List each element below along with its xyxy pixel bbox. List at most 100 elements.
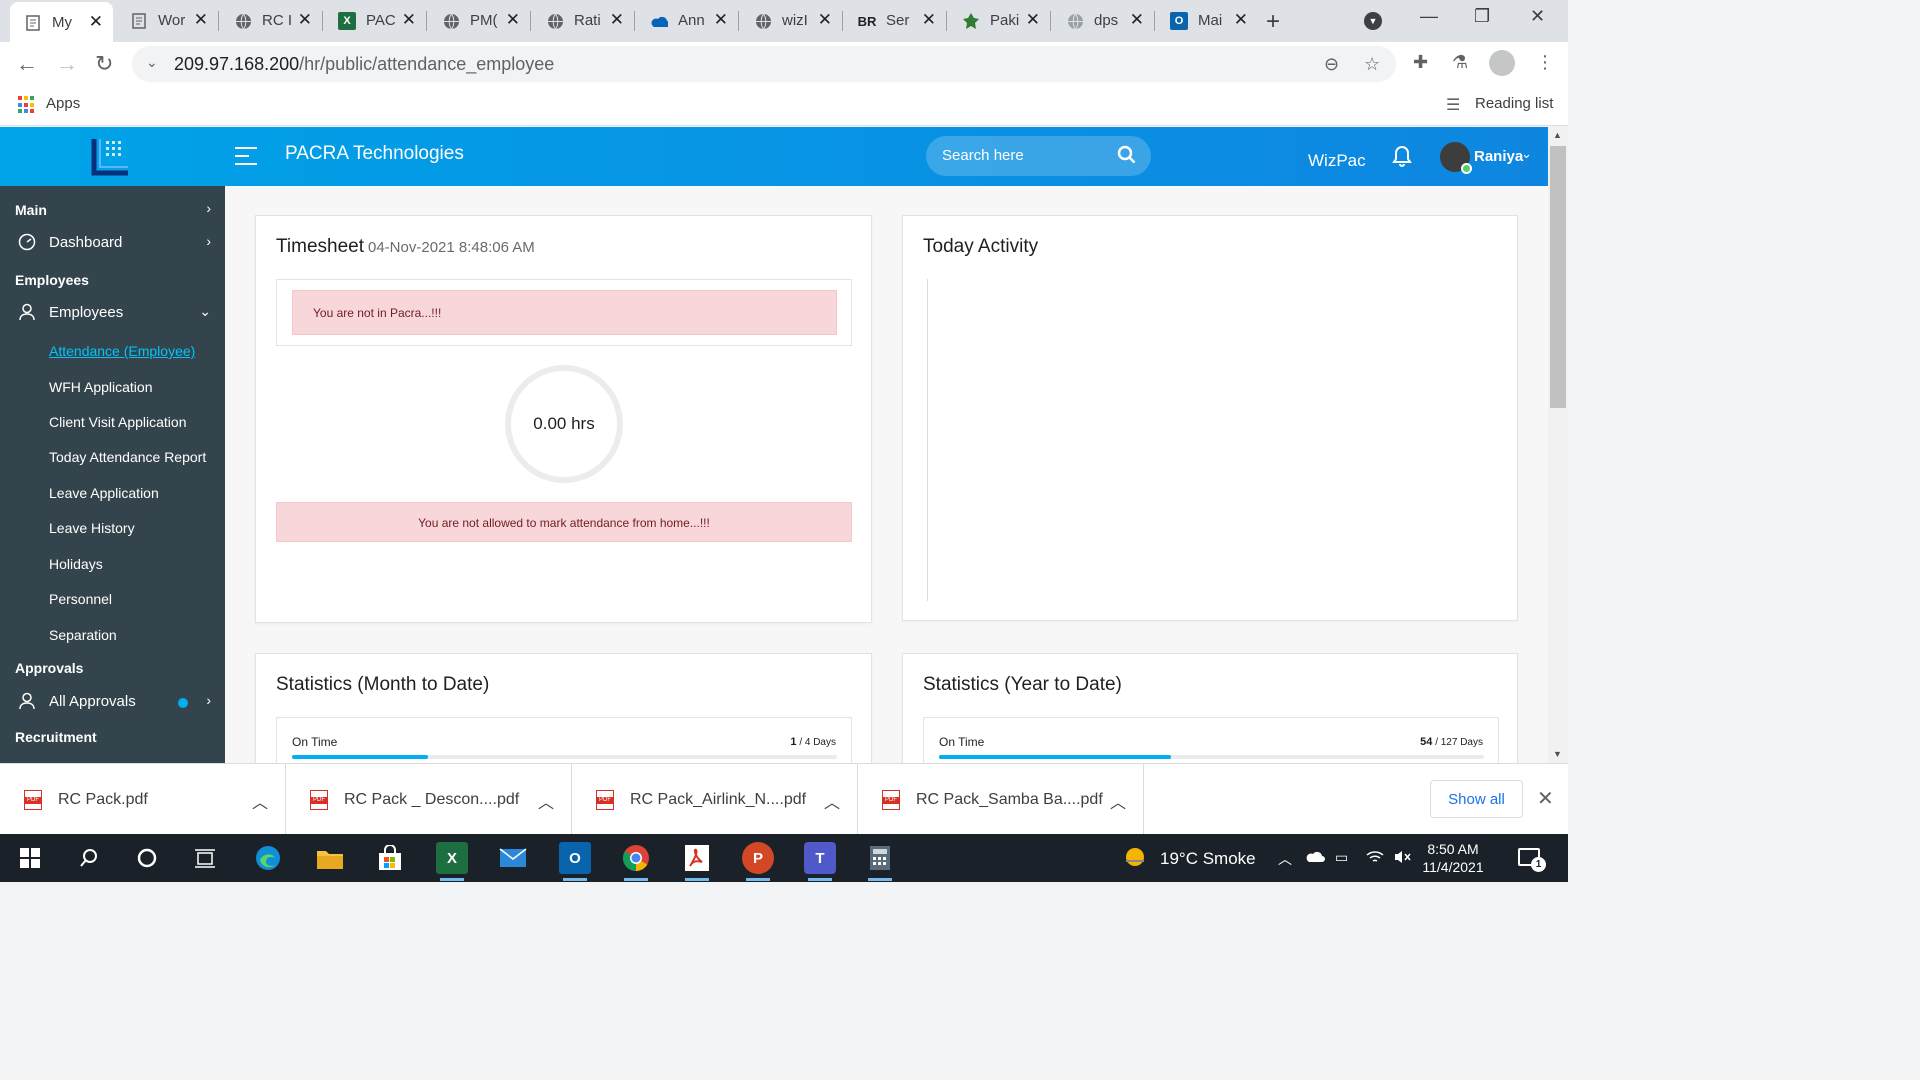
search-icon[interactable] — [1117, 145, 1137, 165]
teams-icon[interactable]: T — [804, 842, 836, 881]
restore-button[interactable]: ❐ — [1474, 6, 1490, 27]
close-icon[interactable]: ✕ — [298, 10, 312, 30]
star-icon[interactable]: ☆ — [1364, 54, 1380, 75]
browser-tab[interactable]: Ann ✕ — [636, 0, 739, 42]
close-icon[interactable]: ✕ — [506, 10, 520, 30]
download-item[interactable]: PDF RC Pack_Airlink_N....pdf ︿ — [572, 764, 858, 835]
taskbar-clock[interactable]: 8:50 AM 11/4/2021 — [1420, 840, 1486, 876]
store-icon[interactable] — [374, 842, 406, 874]
onedrive-cloud-icon[interactable] — [1305, 849, 1325, 866]
download-item[interactable]: PDF RC Pack _ Descon....pdf ︿ — [286, 764, 572, 835]
search-input[interactable]: Search here — [942, 147, 1024, 164]
search-icon[interactable] — [73, 842, 105, 874]
sidebar-link-leave-application[interactable]: Leave Application — [49, 485, 159, 501]
flask-icon[interactable]: ⚗ — [1452, 52, 1468, 73]
task-view-icon[interactable] — [189, 842, 221, 874]
sidebar-link-client-visit-application[interactable]: Client Visit Application — [49, 414, 186, 430]
chevron-down-icon[interactable]: ⌄ — [146, 54, 158, 71]
forward-button[interactable]: → — [56, 51, 78, 77]
sidebar-item-main-toggle[interactable]: › — [0, 196, 225, 226]
chevron-up-icon[interactable]: ︿ — [1278, 849, 1292, 869]
notification-center-icon[interactable]: 1 — [1518, 848, 1546, 872]
browser-tab[interactable]: My ✕ — [10, 2, 113, 42]
download-filename[interactable]: RC Pack _ Descon....pdf — [344, 791, 519, 809]
new-tab-button[interactable]: + — [1266, 8, 1280, 36]
reload-button[interactable]: ↻ — [95, 51, 113, 77]
sidebar-item-employees[interactable]: Employees ⌄ — [0, 299, 225, 329]
user-avatar[interactable] — [1440, 142, 1472, 174]
browser-tab[interactable]: RC I ✕ — [220, 0, 323, 42]
outlook-icon[interactable]: O — [559, 842, 591, 881]
chevron-up-icon[interactable]: ︿ — [538, 789, 554, 813]
close-icon[interactable]: ✕ — [402, 10, 416, 30]
sidebar-item-dashboard[interactable]: Dashboard › — [0, 229, 225, 259]
extensions-icon[interactable]: ✚ — [1413, 52, 1428, 73]
chevron-down-icon[interactable]: ⌄ — [1521, 146, 1532, 162]
browser-tab[interactable]: dps ✕ — [1052, 0, 1155, 42]
download-filename[interactable]: RC Pack_Samba Ba....pdf — [916, 791, 1103, 809]
close-icon[interactable]: ✕ — [922, 10, 936, 30]
sidebar-link-wfh-application[interactable]: WFH Application — [49, 379, 152, 395]
wizpac-link[interactable]: WizPac — [1308, 151, 1366, 171]
volume-muted-icon[interactable] — [1393, 849, 1413, 868]
mail-icon[interactable] — [497, 842, 529, 874]
zoom-icon[interactable]: ⊖ — [1324, 54, 1339, 75]
url-text[interactable]: 209.97.168.200/hr/public/attendance_empl… — [174, 54, 554, 75]
close-icon[interactable]: ✕ — [1234, 10, 1248, 30]
chevron-up-icon[interactable]: ︿ — [252, 789, 268, 813]
close-icon[interactable]: ✕ — [194, 10, 208, 30]
reading-list-icon[interactable]: ☰ — [1446, 95, 1460, 115]
menu-icon[interactable]: ⋮ — [1536, 52, 1554, 73]
sidebar-link-today-attendance-report[interactable]: Today Attendance Report — [49, 449, 206, 465]
browser-tab[interactable]: wizI ✕ — [740, 0, 843, 42]
browser-tab[interactable]: O Mai ✕ — [1156, 0, 1258, 42]
download-filename[interactable]: RC Pack_Airlink_N....pdf — [630, 791, 806, 809]
page-scrollbar[interactable]: ▲ ▼ — [1548, 127, 1568, 763]
close-icon[interactable]: ✕ — [1537, 786, 1554, 811]
window-close-button[interactable]: ✕ — [1530, 6, 1545, 27]
acrobat-icon[interactable] — [681, 842, 713, 881]
excel-icon[interactable]: X — [436, 842, 468, 881]
windows-start-icon[interactable] — [14, 842, 46, 874]
apps-grid-icon[interactable] — [18, 96, 36, 114]
wifi-icon[interactable] — [1365, 849, 1385, 868]
chevron-up-icon[interactable]: ︿ — [824, 789, 840, 813]
search-box[interactable]: Search here — [926, 136, 1151, 176]
sidebar-link-leave-history[interactable]: Leave History — [49, 520, 135, 536]
close-icon[interactable]: ✕ — [818, 10, 832, 30]
sidebar-link-personnel[interactable]: Personnel — [49, 591, 112, 607]
browser-tab[interactable]: Wor ✕ — [116, 0, 219, 42]
address-bar[interactable]: ⌄ 209.97.168.200/hr/public/attendance_em… — [132, 46, 1396, 82]
battery-plug-icon[interactable]: ▭ — [1335, 849, 1348, 866]
profile-avatar[interactable] — [1489, 50, 1515, 76]
close-icon[interactable]: ✕ — [1130, 10, 1144, 30]
download-item[interactable]: PDF RC Pack.pdf ︿ — [0, 764, 286, 835]
sidebar-item-all-approvals[interactable]: All Approvals › — [0, 688, 225, 718]
close-icon[interactable]: ✕ — [89, 12, 103, 32]
scrollbar-thumb[interactable] — [1550, 146, 1566, 408]
close-icon[interactable]: ✕ — [1026, 10, 1040, 30]
close-icon[interactable]: ✕ — [610, 10, 624, 30]
show-all-button[interactable]: Show all — [1430, 780, 1523, 818]
weather-icon[interactable] — [1122, 844, 1148, 873]
chrome-icon[interactable] — [620, 842, 652, 881]
tab-search-button[interactable]: ▼ — [1364, 12, 1382, 30]
bell-icon[interactable] — [1392, 145, 1412, 167]
download-filename[interactable]: RC Pack.pdf — [58, 791, 148, 809]
sidebar-link-separation[interactable]: Separation — [49, 627, 117, 643]
browser-tab[interactable]: PM( ✕ — [428, 0, 531, 42]
calculator-icon[interactable] — [864, 842, 896, 881]
powerpoint-icon[interactable]: P — [742, 842, 774, 881]
browser-tab[interactable]: X PAC ✕ — [324, 0, 427, 42]
browser-tab[interactable]: Rati ✕ — [532, 0, 635, 42]
reading-list-button[interactable]: Reading list — [1475, 95, 1553, 112]
chevron-up-icon[interactable]: ︿ — [1110, 789, 1126, 813]
close-icon[interactable]: ✕ — [714, 10, 728, 30]
minimize-button[interactable]: — — [1420, 6, 1438, 27]
file-explorer-icon[interactable] — [314, 842, 346, 874]
browser-tab[interactable]: Paki ✕ — [948, 0, 1051, 42]
scroll-up-arrow[interactable]: ▲ — [1553, 130, 1562, 140]
scroll-down-arrow[interactable]: ▼ — [1553, 749, 1562, 759]
back-button[interactable]: ← — [16, 51, 38, 77]
user-name[interactable]: Raniya — [1474, 148, 1523, 165]
